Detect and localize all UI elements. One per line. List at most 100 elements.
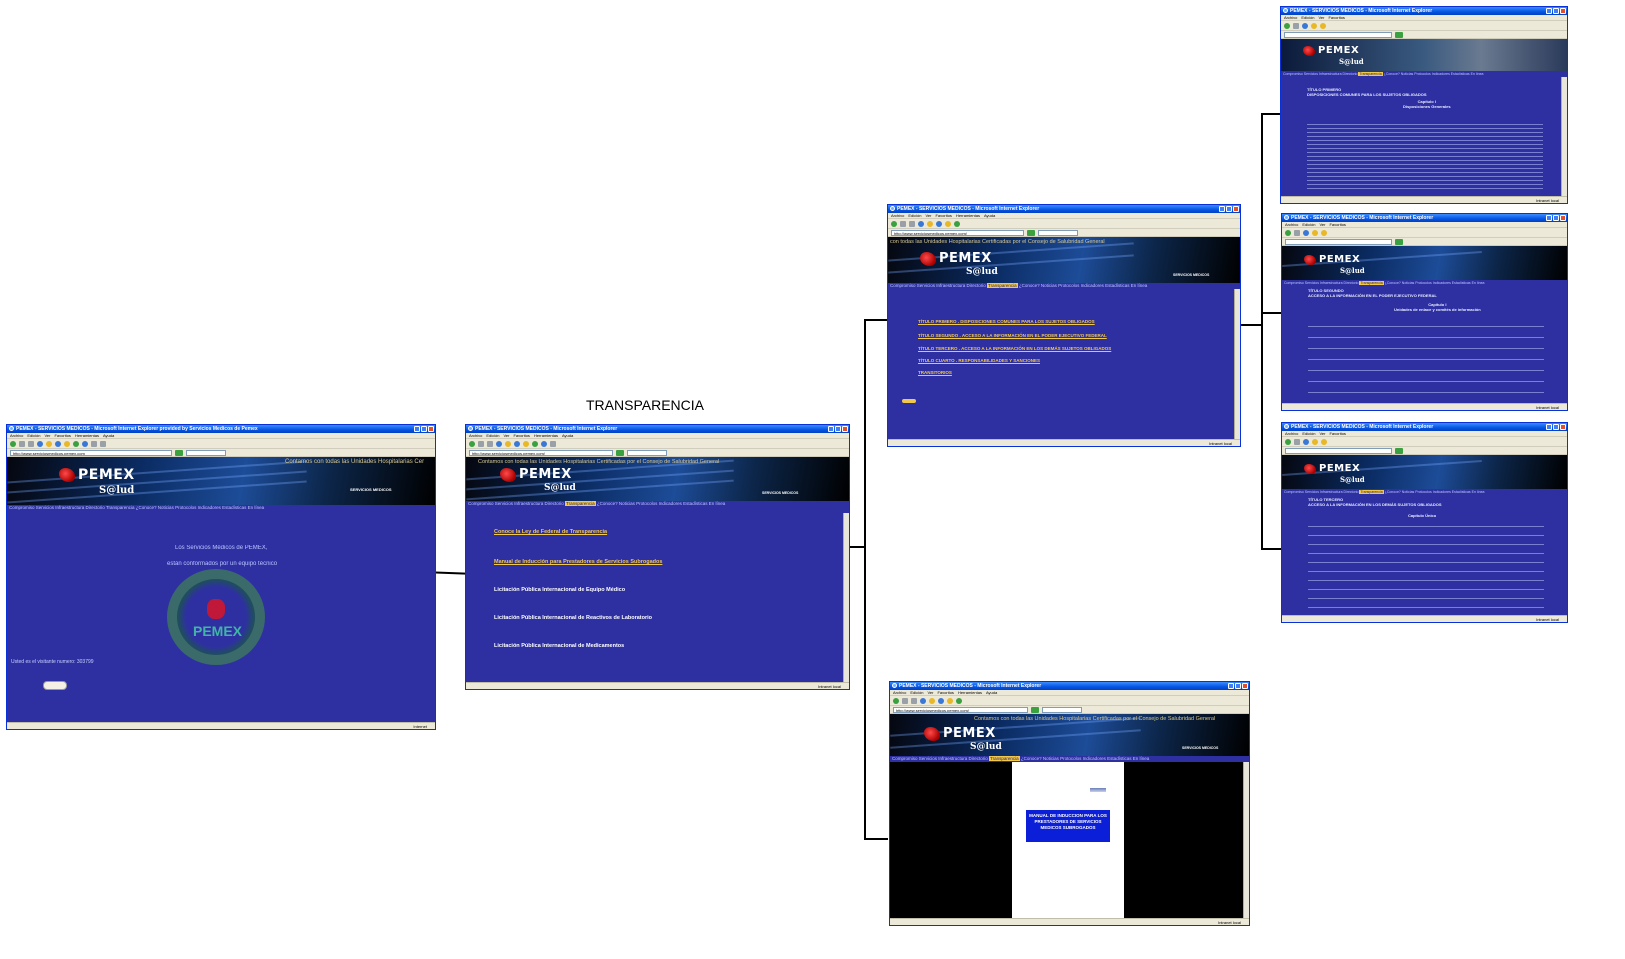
search-icon[interactable] [55,440,61,447]
go-button[interactable] [174,449,183,456]
menu-archivo[interactable]: Archivo [893,690,906,695]
window-titlebar[interactable]: PEMEX - SERVICIOS MEDICOS - Microsoft In… [1282,423,1567,431]
window-titlebar[interactable]: PEMEX - SERVICIOS MEDICOS - Microsoft In… [888,205,1240,213]
back-arrow-icon[interactable] [902,399,916,403]
search-icon[interactable] [936,220,942,227]
menu-favoritos[interactable]: Favoritos [937,690,953,695]
media-icon[interactable] [73,440,79,447]
maximize-button[interactable] [1553,424,1559,430]
home-icon[interactable] [1311,22,1317,29]
home-icon[interactable] [927,220,933,227]
address-input[interactable] [1285,447,1393,454]
window-titlebar[interactable]: PEMEX - SERVICIOS MEDICOS - Microsoft In… [466,425,849,433]
menu-herramientas[interactable]: Herramientas [75,433,99,438]
maximize-button[interactable] [1226,206,1232,212]
minimize-button[interactable] [414,426,420,432]
search-icon[interactable] [514,440,520,447]
nav-left[interactable]: Compromiso Servicios Infraestructura Dir… [468,501,565,506]
back-icon[interactable] [1285,438,1291,445]
maximize-button[interactable] [421,426,427,432]
menu-ver[interactable]: Ver [503,433,509,438]
site-navigation[interactable]: Compromiso Servicios Infraestructura Dir… [1281,71,1567,77]
media-icon[interactable] [954,220,960,227]
address-input[interactable]: http://www.serviciosmedicos.pemex.com/ [893,706,1029,713]
menu-archivo[interactable]: Archivo [891,213,904,218]
menu-ayuda[interactable]: Ayuda [562,433,573,438]
back-icon[interactable] [1284,22,1290,29]
back-icon[interactable] [893,697,899,704]
refresh-icon[interactable] [1303,438,1309,445]
favorites-icon[interactable] [1320,22,1326,29]
close-button[interactable] [1242,683,1248,689]
menu-ver[interactable]: Ver [1319,431,1325,436]
link-licitacion-reactivos[interactable]: Licitación Pública Internacional de Reac… [494,615,652,621]
site-navigation[interactable]: Compromiso Servicios Infraestructura Dir… [1282,489,1567,495]
nav-right[interactable]: ¿Conoce? Noticias Protocolos Indicadores… [1018,283,1147,288]
menu-favoritos[interactable]: Favoritos [54,433,70,438]
nav-left[interactable]: Compromiso Servicios Infraestructura Dir… [1284,281,1359,285]
vertical-scrollbar[interactable] [1243,762,1249,918]
close-button[interactable] [1233,206,1239,212]
link-titulo-segundo[interactable]: TÍTULO SEGUNDO . ACCESO A LA INFORMACIÓN… [918,333,1107,338]
menu-herramientas[interactable]: Herramientas [956,213,980,218]
stop-icon[interactable] [909,220,915,227]
menu-edicion[interactable]: Edición [27,433,40,438]
home-icon[interactable] [505,440,511,447]
link-titulo-primero[interactable]: TÍTULO PRIMERO . DISPOSICIONES COMUNES P… [918,319,1095,324]
history-icon[interactable] [541,440,547,447]
site-navigation[interactable]: Compromiso Servicios Infraestructura Dir… [466,501,849,507]
vertical-scrollbar[interactable] [843,513,849,682]
menu-favoritos[interactable]: Favoritos [1329,222,1345,227]
print-icon[interactable] [100,440,106,447]
menu-archivo[interactable]: Archivo [469,433,482,438]
link-transitorios[interactable]: TRANSITORIOS [918,370,952,375]
menu-ver[interactable]: Ver [927,690,933,695]
site-navigation[interactable]: Compromiso Servicios Infraestructura Dir… [888,283,1240,289]
minimize-button[interactable] [1546,424,1552,430]
back-icon[interactable] [891,220,897,227]
minimize-button[interactable] [1228,683,1234,689]
address-input[interactable]: http://www.serviciosmedicos.pemex.com/ [469,449,614,456]
maximize-button[interactable] [1553,8,1559,14]
refresh-icon[interactable] [918,220,924,227]
nav-left[interactable]: Compromiso Servicios Infraestructura Dir… [892,756,989,761]
nav-transparencia-active[interactable]: Transparencia [987,283,1018,288]
link-titulo-cuarto[interactable]: TÍTULO CUARTO . RESPONSABILIDADES Y SANC… [918,358,1040,363]
link-licitacion-medicamentos[interactable]: Licitación Pública Internacional de Medi… [494,643,624,649]
close-button[interactable] [1560,424,1566,430]
close-button[interactable] [1560,8,1566,14]
menu-favoritos[interactable]: Favoritos [1329,431,1345,436]
address-input[interactable]: http://www.serviciosmedicos.pemex.com/ [891,229,1024,236]
menu-archivo[interactable]: Archivo [1285,222,1298,227]
window-titlebar[interactable]: PEMEX - SERVICIOS MEDICOS - Microsoft In… [890,682,1249,690]
close-button[interactable] [842,426,848,432]
menu-edicion[interactable]: Edición [1301,15,1314,20]
favorites-icon[interactable] [1321,229,1327,236]
menu-ver[interactable]: Ver [1318,15,1324,20]
toolbar-search-input[interactable] [627,449,668,456]
nav-right[interactable]: ¿Conoce? Noticias Protocolos Indicadores… [1384,490,1485,494]
minimize-button[interactable] [1546,215,1552,221]
nav-transparencia-active[interactable]: Transparencia [989,756,1020,761]
menu-ayuda[interactable]: Ayuda [986,690,997,695]
menu-ver[interactable]: Ver [44,433,50,438]
vertical-scrollbar[interactable] [1561,77,1567,196]
maximize-button[interactable] [1553,215,1559,221]
site-navigation[interactable]: Compromiso Servicios Infraestructura Dir… [1282,280,1567,286]
menu-edicion[interactable]: Edición [908,213,921,218]
toolbar-search-input[interactable] [1042,706,1083,713]
home-icon[interactable] [1312,229,1318,236]
forward-icon[interactable] [900,220,906,227]
nav-transparencia-active[interactable]: Transparencia [1359,490,1384,494]
go-button[interactable] [1026,229,1035,236]
menu-archivo[interactable]: Archivo [1285,431,1298,436]
menu-favoritos[interactable]: Favoritos [935,213,951,218]
nav-right[interactable]: ¿Conoce? Noticias Protocolos Indicadores… [1383,72,1484,76]
favorites-icon[interactable] [64,440,70,447]
forward-icon[interactable] [19,440,25,447]
history-icon[interactable] [82,440,88,447]
close-button[interactable] [428,426,434,432]
nav-left[interactable]: Compromiso Servicios Infraestructura Dir… [1283,72,1358,76]
back-icon[interactable] [469,440,475,447]
home-icon[interactable] [1312,438,1318,445]
